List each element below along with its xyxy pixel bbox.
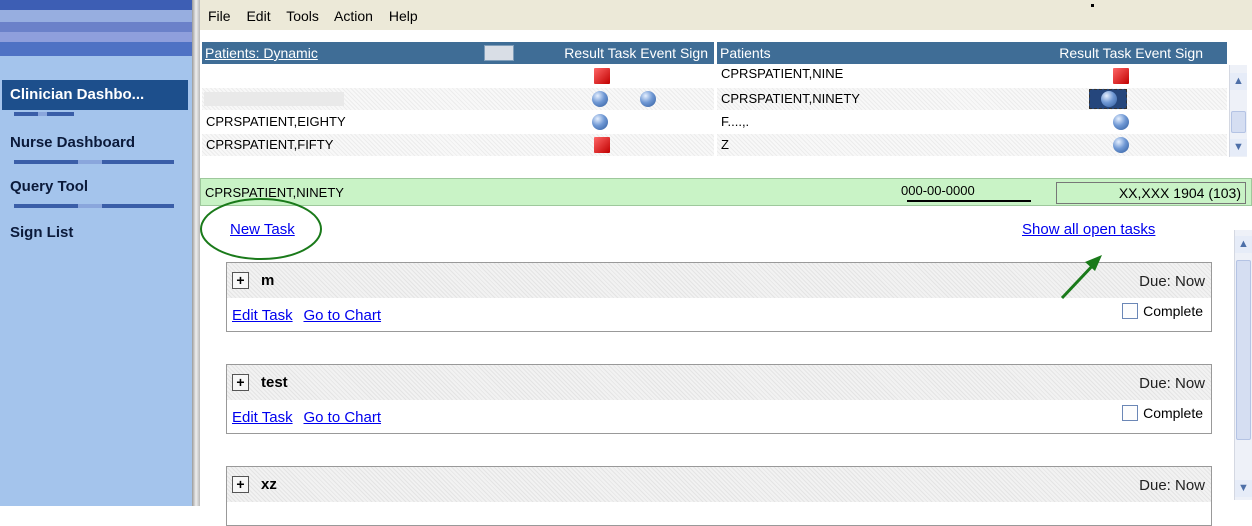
scroll-down-icon[interactable]: ▼ [1235, 480, 1252, 497]
task-title: test [261, 374, 288, 391]
sidebar-item-label: Clinician Dashbo... [10, 86, 145, 103]
task-red-icon [594, 68, 610, 84]
dynamic-list-columns: Result Task Event Sign [564, 45, 708, 61]
task-header: + xz Due: Now [227, 467, 1211, 502]
task-blue-icon [592, 91, 608, 107]
patient-name: CPRSPATIENT,EIGHTY [206, 114, 346, 129]
patient-dob-age: XX,XXX 1904 (103) [1056, 182, 1246, 204]
complete-checkbox[interactable]: Complete [1122, 405, 1203, 421]
dynamic-list-header[interactable]: Patients: Dynamic Result Task Event Sign [202, 42, 714, 64]
patients-list-columns: Result Task Event Sign [1059, 45, 1203, 61]
tasks-panel: New Task Show all open tasks + m Due: No… [200, 206, 1234, 526]
task-blue-icon [1101, 91, 1117, 107]
menu-tools[interactable]: Tools [286, 8, 319, 24]
sidebar-item-label: Query Tool [10, 178, 89, 195]
complete-label: Complete [1143, 303, 1203, 319]
sidebar-item-label: Sign List [10, 224, 74, 241]
sidebar-item-label: Nurse Dashboard [10, 134, 136, 151]
task-due: Due: Now [1139, 273, 1205, 290]
patients-list-title: Patients [720, 45, 771, 61]
sidebar-item-nurse-dashboard[interactable]: Nurse Dashboard [2, 128, 188, 158]
list-item[interactable]: CPRSPATIENT,FIFTY [202, 134, 714, 156]
sidebar-banner [0, 0, 192, 74]
list-item[interactable] [202, 88, 714, 110]
sidebar-divider [14, 204, 174, 208]
menu-action[interactable]: Action [334, 8, 373, 24]
menu-marker [1091, 4, 1094, 7]
menu-file[interactable]: File [208, 8, 231, 24]
patient-name: CPRSPATIENT,NINETY [721, 91, 860, 106]
edit-task-link[interactable]: Edit Task [232, 409, 293, 426]
patient-name: Z [721, 137, 729, 152]
task-actions: Edit Task Go to Chart [232, 307, 388, 324]
scroll-up-icon[interactable]: ▲ [1230, 73, 1247, 90]
sidebar: Clinician Dashbo... Nurse Dashboard Quer… [0, 0, 192, 506]
patient-name: CPRSPATIENT,NINETY [205, 185, 344, 200]
splitter[interactable] [192, 0, 200, 506]
scroll-thumb[interactable] [1236, 260, 1251, 440]
task-card: + test Due: Now Edit Task Go to Chart Co… [226, 364, 1212, 434]
list-dropdown-button[interactable] [484, 45, 514, 61]
task-title: xz [261, 476, 277, 493]
event-blue-icon [640, 91, 656, 107]
patient-lists: Patients: Dynamic Result Task Event Sign… [200, 42, 1252, 176]
show-all-open-tasks-link[interactable]: Show all open tasks [1022, 221, 1155, 238]
patient-ssn: 000-00-0000 [901, 183, 975, 198]
go-to-chart-link[interactable]: Go to Chart [303, 409, 381, 426]
list-item[interactable]: F....,. [717, 111, 1227, 133]
sidebar-divider [14, 160, 174, 164]
sidebar-item-sign-list[interactable]: Sign List [2, 218, 188, 248]
task-card: + m Due: Now Edit Task Go to Chart Compl… [226, 262, 1212, 332]
complete-checkbox[interactable]: Complete [1122, 303, 1203, 319]
patient-name: CPRSPATIENT,NINE [721, 66, 844, 81]
task-title: m [261, 272, 275, 289]
task-actions: Edit Task Go to Chart [232, 409, 388, 426]
task-red-icon [1113, 68, 1129, 84]
task-header: + m Due: Now [227, 263, 1211, 298]
sidebar-item-query-tool[interactable]: Query Tool [2, 172, 188, 202]
ssn-underline [907, 200, 1031, 202]
tasks-scrollbar[interactable]: ▲ ▼ [1234, 230, 1252, 500]
checkbox-icon[interactable] [1122, 405, 1139, 421]
go-to-chart-link[interactable]: Go to Chart [303, 307, 381, 324]
checkbox-icon[interactable] [1122, 303, 1139, 319]
dynamic-list-title[interactable]: Patients: Dynamic [205, 45, 318, 61]
task-red-icon [594, 137, 610, 153]
sidebar-divider [14, 112, 74, 116]
selected-patient-bar: CPRSPATIENT,NINETY XX,XXX 1904 (103) 000… [200, 178, 1252, 206]
task-blue-icon [592, 114, 608, 130]
patients-list-header[interactable]: Patients Result Task Event Sign [717, 42, 1227, 64]
list-item[interactable]: Z [717, 134, 1227, 156]
task-due: Due: Now [1139, 375, 1205, 392]
expand-icon[interactable]: + [232, 374, 249, 391]
task-due: Due: Now [1139, 477, 1205, 494]
scroll-down-icon[interactable]: ▼ [1230, 139, 1247, 156]
sidebar-item-clinician-dashboard[interactable]: Clinician Dashbo... [2, 80, 188, 110]
list-item[interactable] [202, 65, 714, 87]
list-item[interactable]: CPRSPATIENT,NINETY [717, 88, 1227, 110]
complete-label: Complete [1143, 405, 1203, 421]
expand-icon[interactable]: + [232, 272, 249, 289]
patient-name: F....,. [721, 114, 750, 129]
scroll-up-icon[interactable]: ▲ [1235, 236, 1252, 253]
task-card: + xz Due: Now [226, 466, 1212, 526]
expand-icon[interactable]: + [232, 476, 249, 493]
task-header: + test Due: Now [227, 365, 1211, 400]
list-item[interactable]: CPRSPATIENT,EIGHTY [202, 111, 714, 133]
scroll-thumb[interactable] [1231, 111, 1246, 133]
menu-edit[interactable]: Edit [246, 8, 270, 24]
edit-task-link[interactable]: Edit Task [232, 307, 293, 324]
task-blue-icon [1113, 137, 1129, 153]
patients-list-scrollbar[interactable]: ▲ ▼ [1229, 65, 1247, 157]
menu-bar: File Edit Tools Action Help [200, 0, 1252, 30]
menu-help[interactable]: Help [389, 8, 418, 24]
list-item[interactable]: CPRSPATIENT,NINE [717, 65, 1227, 87]
task-blue-icon [1113, 114, 1129, 130]
patient-name: CPRSPATIENT,FIFTY [206, 137, 334, 152]
new-task-link[interactable]: New Task [230, 221, 295, 238]
redacted-name [204, 92, 344, 106]
